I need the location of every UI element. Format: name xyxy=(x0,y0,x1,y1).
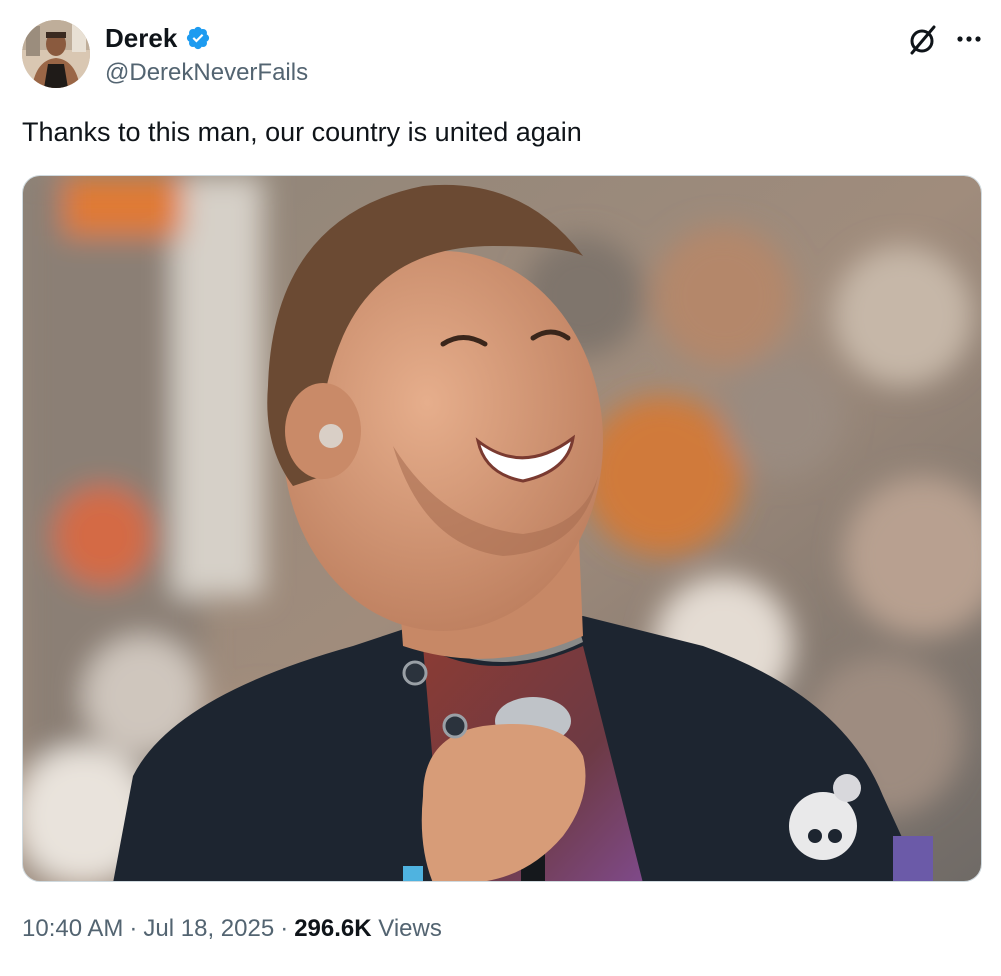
views-label: Views xyxy=(378,915,442,942)
timestamp-date[interactable]: Jul 18, 2025 xyxy=(143,915,274,942)
photo-smiling-man-with-microphone xyxy=(23,176,981,881)
avatar[interactable] xyxy=(22,20,90,88)
author-handle[interactable]: @DerekNeverFails xyxy=(105,58,308,88)
avatar-image xyxy=(22,20,90,88)
meta-separator-2: · xyxy=(280,915,289,942)
tweet-metadata: 10:40 AM · Jul 18, 2025 · 296.6K Views xyxy=(22,913,442,945)
verified-badge-icon[interactable] xyxy=(185,25,211,51)
tweet-photo[interactable] xyxy=(22,175,982,882)
author-name-row: Derek xyxy=(105,22,211,54)
tweet: Derek @DerekNeverFails Thanks to this ma… xyxy=(0,0,1001,976)
grok-icon[interactable] xyxy=(905,22,941,58)
timestamp-time[interactable]: 10:40 AM xyxy=(22,915,123,942)
meta-separator: · xyxy=(129,915,138,942)
more-options-icon[interactable] xyxy=(952,22,986,56)
views-count: 296.6K xyxy=(294,915,372,942)
tweet-text: Thanks to this man, our country is unite… xyxy=(22,117,582,147)
author-display-name[interactable]: Derek xyxy=(105,22,177,54)
